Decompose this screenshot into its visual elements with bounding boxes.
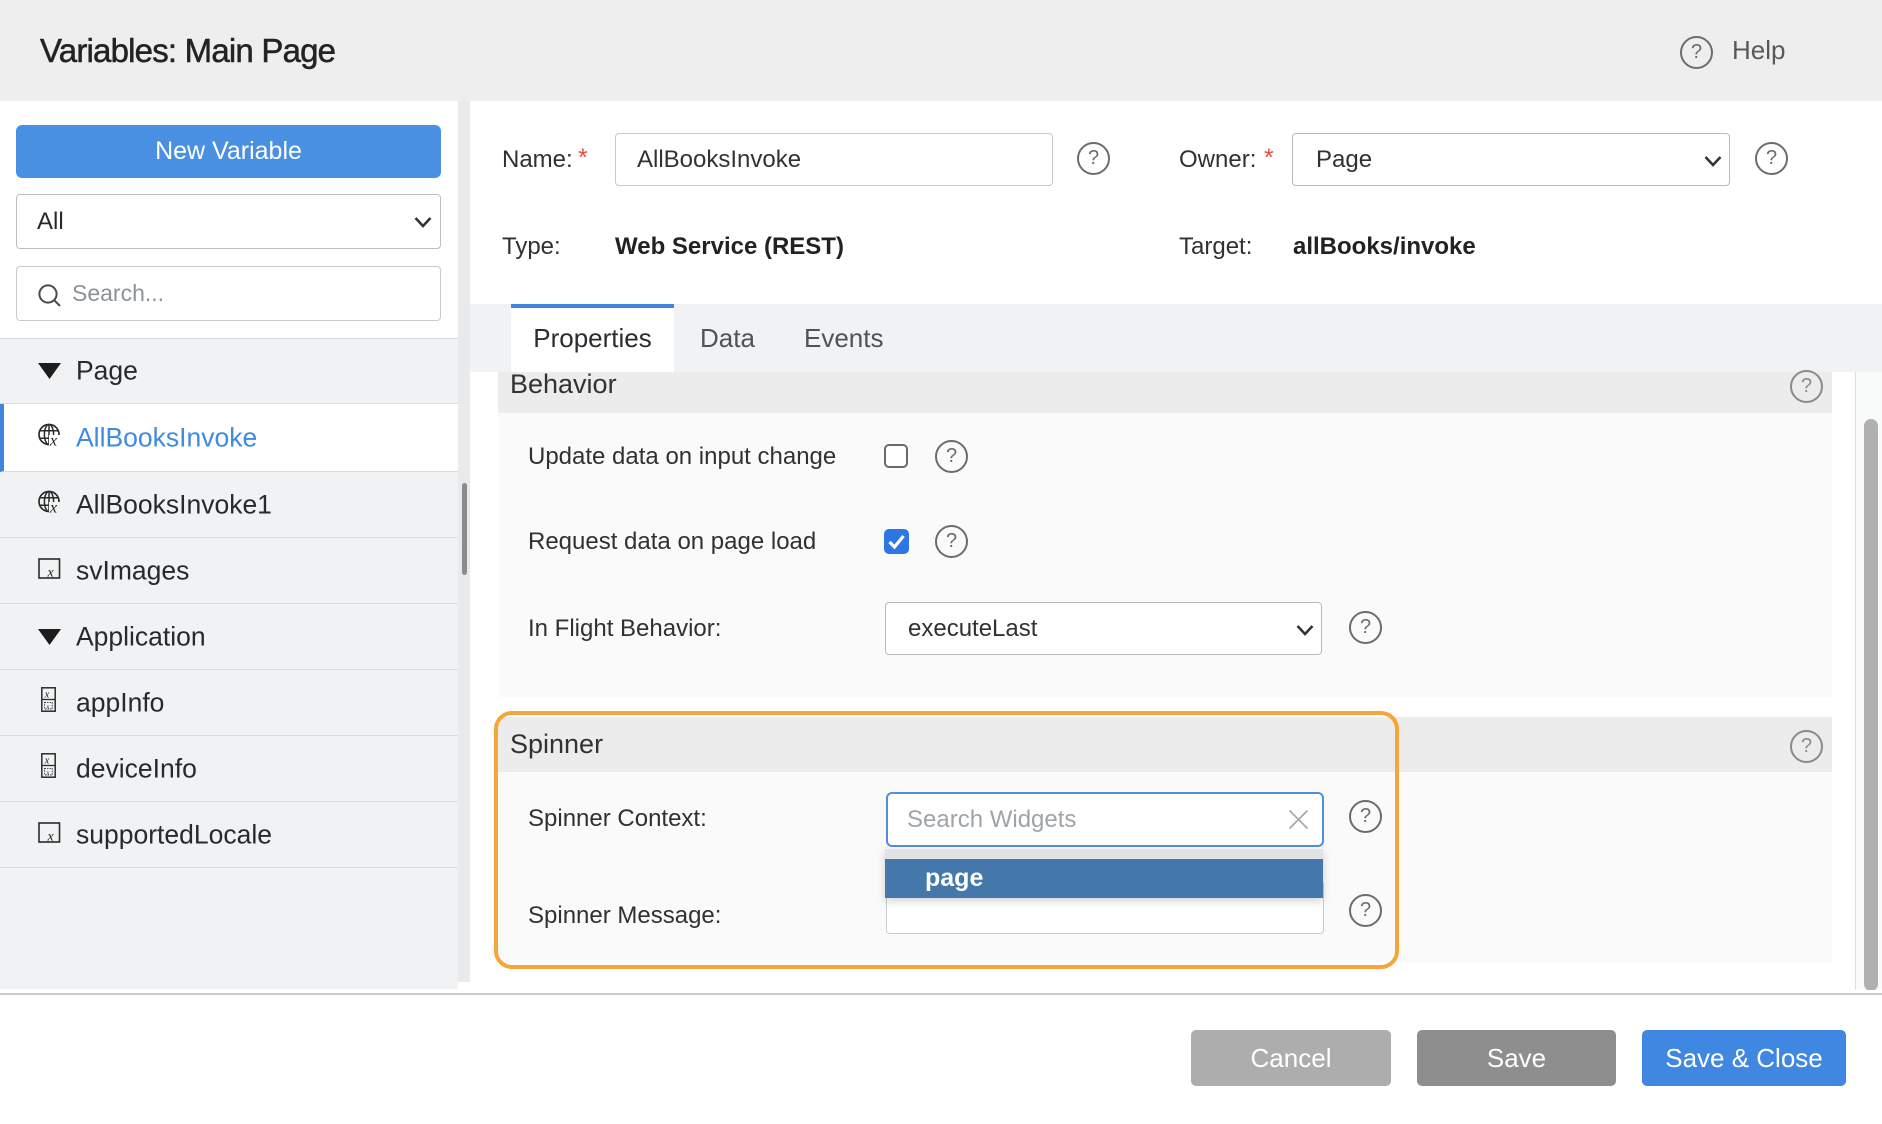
svg-text:x: x — [49, 499, 57, 513]
svg-text:x: x — [44, 755, 50, 766]
svg-text:x: x — [46, 703, 50, 710]
svg-text:x: x — [44, 689, 50, 700]
svg-text:x: x — [49, 432, 57, 446]
svg-text:x: x — [47, 829, 55, 843]
svg-text:x: x — [46, 769, 50, 776]
svg-text:x: x — [47, 565, 55, 579]
